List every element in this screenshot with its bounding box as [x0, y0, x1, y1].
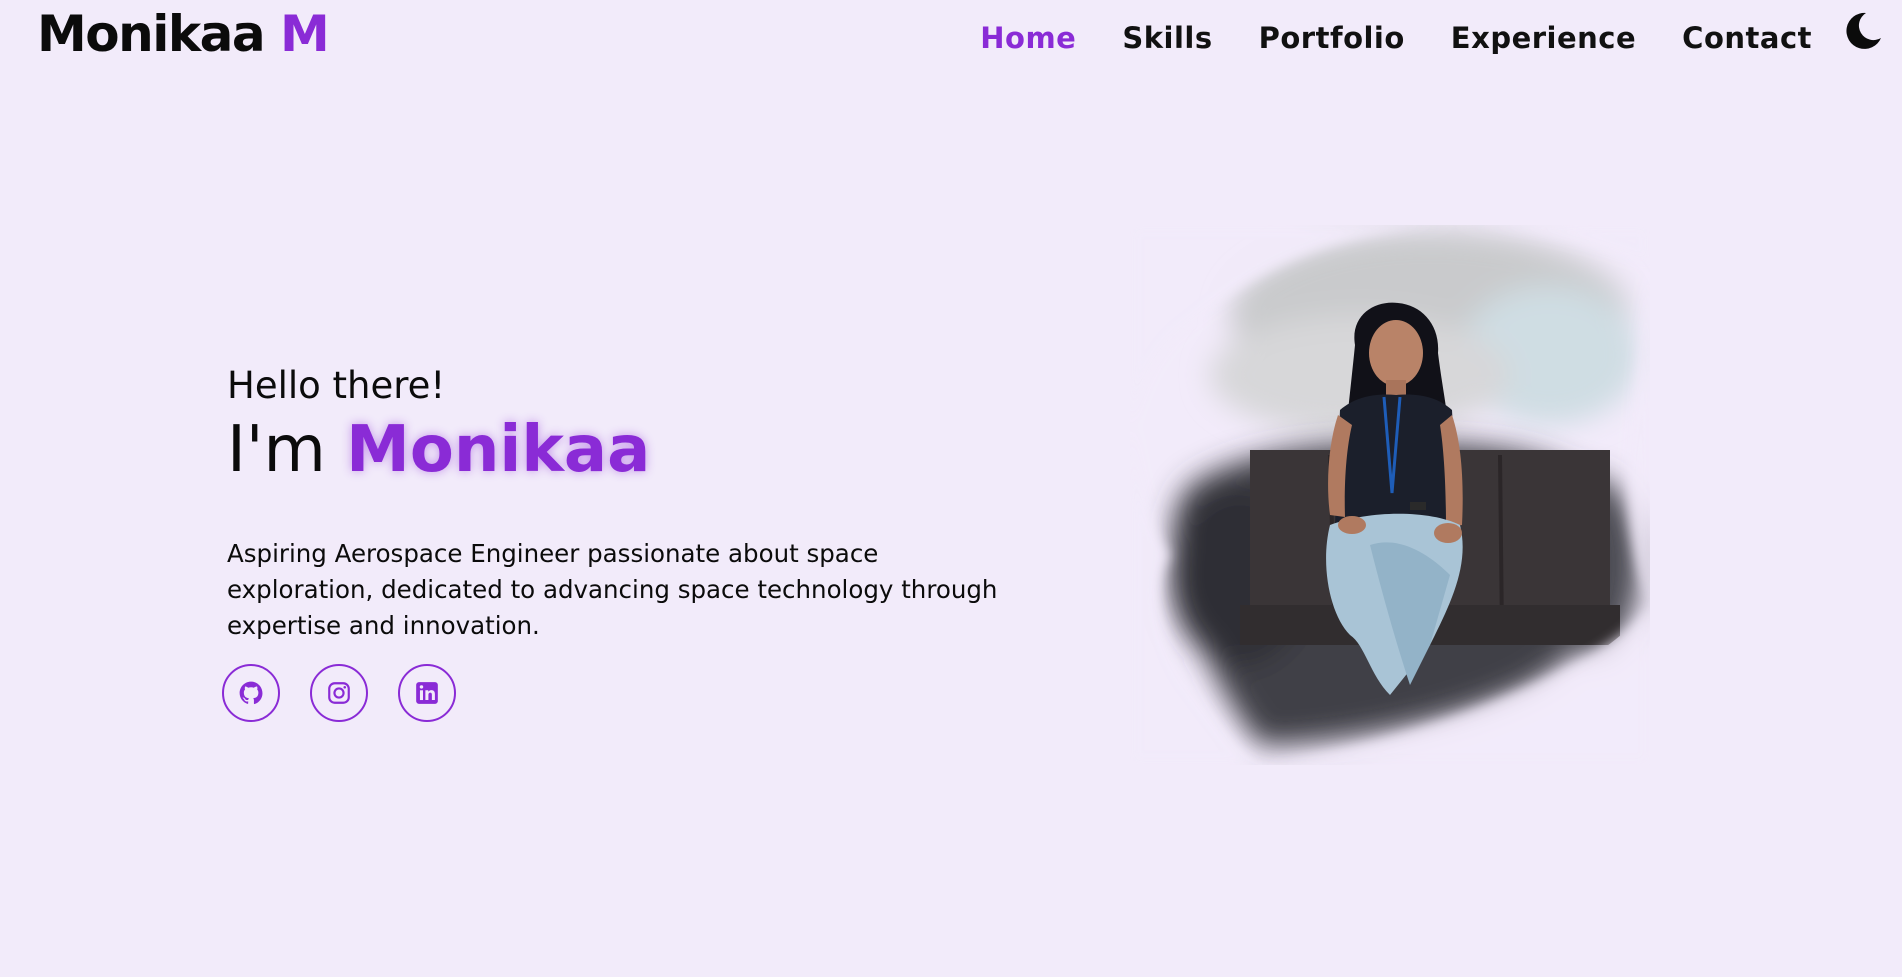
- hero-name: Monikaa: [346, 413, 651, 487]
- hero-heading: I'm Monikaa: [227, 410, 1017, 490]
- instagram-link[interactable]: [310, 664, 368, 722]
- nav-link-home[interactable]: Home: [980, 16, 1076, 60]
- instagram-icon: [328, 682, 350, 704]
- theme-toggle-button[interactable]: [1842, 10, 1884, 52]
- site-logo[interactable]: Monikaa M: [37, 4, 330, 64]
- main-nav: Home Skills Portfolio Experience Contact: [980, 16, 1812, 60]
- profile-photo: [1130, 225, 1650, 765]
- site-header: Monikaa M Home Skills Portfolio Experien…: [0, 0, 1902, 70]
- hero-intro-prefix: I'm: [227, 413, 326, 487]
- social-links: [222, 664, 456, 722]
- logo-name: Monikaa: [37, 5, 266, 63]
- hero-section: Hello there! I'm Monikaa Aspiring Aerosp…: [227, 362, 1017, 669]
- github-link[interactable]: [222, 664, 280, 722]
- linkedin-link[interactable]: [398, 664, 456, 722]
- github-icon: [239, 681, 263, 705]
- nav-link-contact[interactable]: Contact: [1682, 16, 1812, 60]
- nav-link-portfolio[interactable]: Portfolio: [1259, 16, 1405, 60]
- logo-initial: M: [280, 5, 330, 63]
- nav-link-experience[interactable]: Experience: [1451, 16, 1636, 60]
- moon-icon: [1846, 12, 1881, 49]
- nav-link-skills[interactable]: Skills: [1122, 16, 1212, 60]
- hero-tagline: Aspiring Aerospace Engineer passionate a…: [227, 539, 998, 640]
- hero-greeting: Hello there!: [227, 364, 446, 407]
- profile-photo-illustration: [1130, 225, 1650, 765]
- linkedin-icon: [416, 682, 438, 704]
